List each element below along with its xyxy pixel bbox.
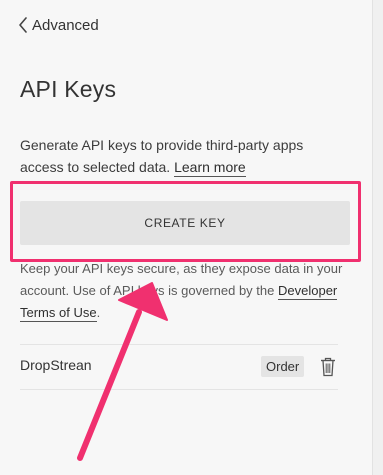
- api-key-scope-badge: Order: [261, 356, 305, 377]
- chevron-left-icon: [18, 17, 28, 33]
- trash-icon[interactable]: [320, 357, 336, 377]
- intro-text: Generate API keys to provide third-party…: [20, 134, 320, 178]
- create-key-button[interactable]: CREATE KEY: [20, 201, 350, 245]
- back-link-label: Advanced: [32, 16, 99, 34]
- intro-description: Generate API keys to provide third-party…: [20, 137, 304, 175]
- panel-edge: [372, 0, 383, 475]
- page-title: API Keys: [20, 76, 117, 102]
- learn-more-link[interactable]: Learn more: [174, 159, 246, 177]
- security-notice: Keep your API keys secure, as they expos…: [20, 258, 350, 324]
- api-key-name: DropStrean: [20, 357, 92, 373]
- api-key-row: DropStrean Order: [20, 344, 338, 390]
- security-notice-period: .: [96, 305, 101, 320]
- back-link-advanced[interactable]: Advanced: [18, 14, 99, 36]
